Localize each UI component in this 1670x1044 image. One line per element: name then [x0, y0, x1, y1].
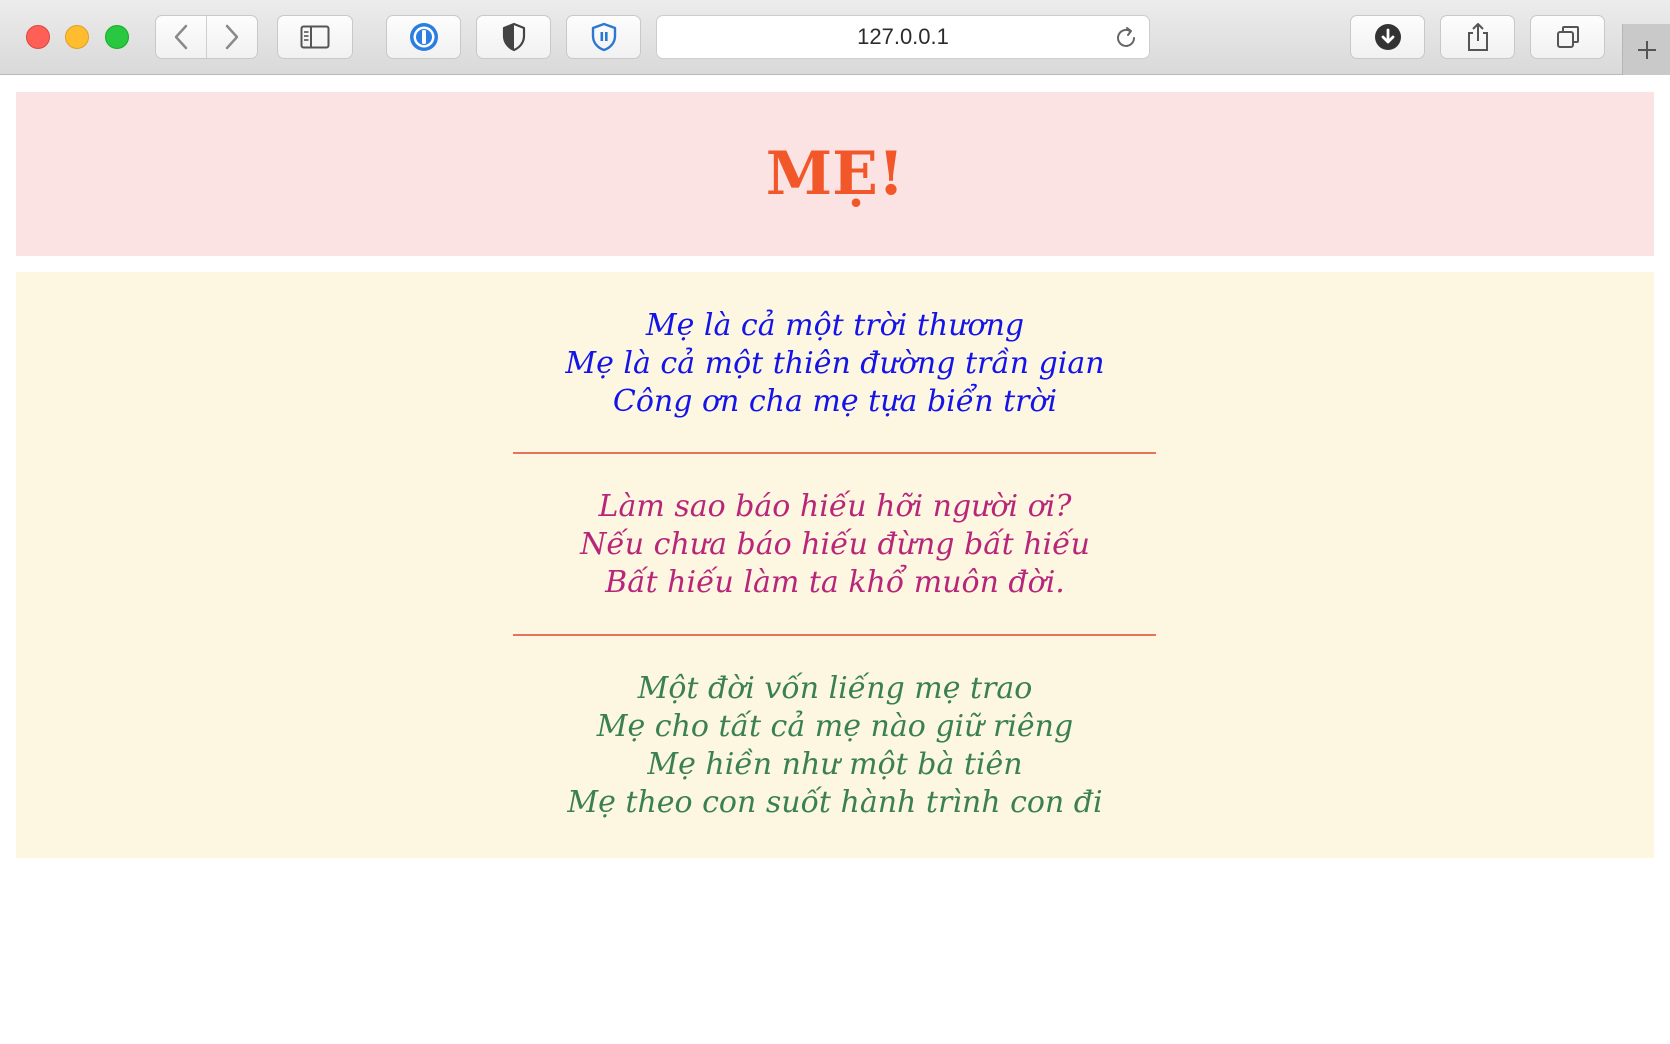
chevron-right-icon [225, 24, 239, 50]
stanza-2: Làm sao báo hiếu hỡi người ơi? Nếu chưa … [16, 488, 1654, 602]
sidebar-icon [300, 25, 330, 49]
stanza-1: Mẹ là cả một trời thương Mẹ là cả một th… [16, 307, 1654, 421]
window-minimize-button[interactable] [65, 25, 89, 49]
new-tab-button[interactable] [1622, 24, 1670, 75]
password-manager-button[interactable] [386, 15, 461, 59]
address-bar[interactable]: 127.0.0.1 [656, 15, 1150, 59]
poem-line: Nếu chưa báo hiếu đừng bất hiếu [580, 527, 1090, 562]
navigation-buttons [155, 15, 258, 59]
poem-line: Mẹ theo con suốt hành trình con đi [567, 785, 1103, 820]
poem-line: Làm sao báo hiếu hỡi người ơi? [598, 489, 1072, 524]
forward-button[interactable] [206, 16, 257, 58]
shield-half-icon [502, 22, 525, 52]
downloads-button[interactable] [1350, 15, 1425, 59]
poem-line: Mẹ là cả một trời thương [645, 308, 1025, 343]
poem-line: Mẹ là cả một thiên đường trần gian [565, 346, 1105, 381]
url-text: 127.0.0.1 [857, 24, 949, 49]
extension-button[interactable] [566, 15, 641, 59]
poem-line: Mẹ cho tất cả mẹ nào giữ riêng [596, 709, 1074, 744]
chevron-left-icon [174, 24, 188, 50]
poem-container: Mẹ là cả một trời thương Mẹ là cả một th… [16, 272, 1654, 858]
share-button[interactable] [1440, 15, 1515, 59]
plus-icon [1637, 40, 1656, 59]
browser-toolbar: 127.0.0.1 [0, 0, 1670, 75]
window-zoom-button[interactable] [105, 25, 129, 49]
poem-line: Mẹ hiền như một bà tiên [647, 747, 1023, 782]
back-button[interactable] [156, 16, 206, 58]
title-banner: MẸ! [16, 92, 1654, 256]
poem-line: Một đời vốn liếng mẹ trao [637, 671, 1033, 706]
shield-pause-icon [591, 22, 616, 52]
share-icon [1467, 23, 1488, 51]
tabs-overview-button[interactable] [1530, 15, 1605, 59]
poem-line: Bất hiếu làm ta khổ muôn đời. [605, 565, 1065, 600]
window-close-button[interactable] [26, 25, 50, 49]
stanza-3: Một đời vốn liếng mẹ trao Mẹ cho tất cả … [16, 670, 1654, 822]
download-icon [1374, 24, 1401, 50]
tabs-overview-icon [1556, 26, 1579, 48]
1password-icon [409, 23, 438, 51]
stanza-divider [513, 634, 1156, 636]
sidebar-button[interactable] [277, 15, 353, 59]
poem-line: Công ơn cha mẹ tựa biển trời [612, 384, 1058, 419]
reload-icon[interactable] [1113, 25, 1139, 51]
stanza-divider [513, 452, 1156, 454]
page-title: MẸ! [765, 139, 905, 209]
privacy-button[interactable] [476, 15, 551, 59]
